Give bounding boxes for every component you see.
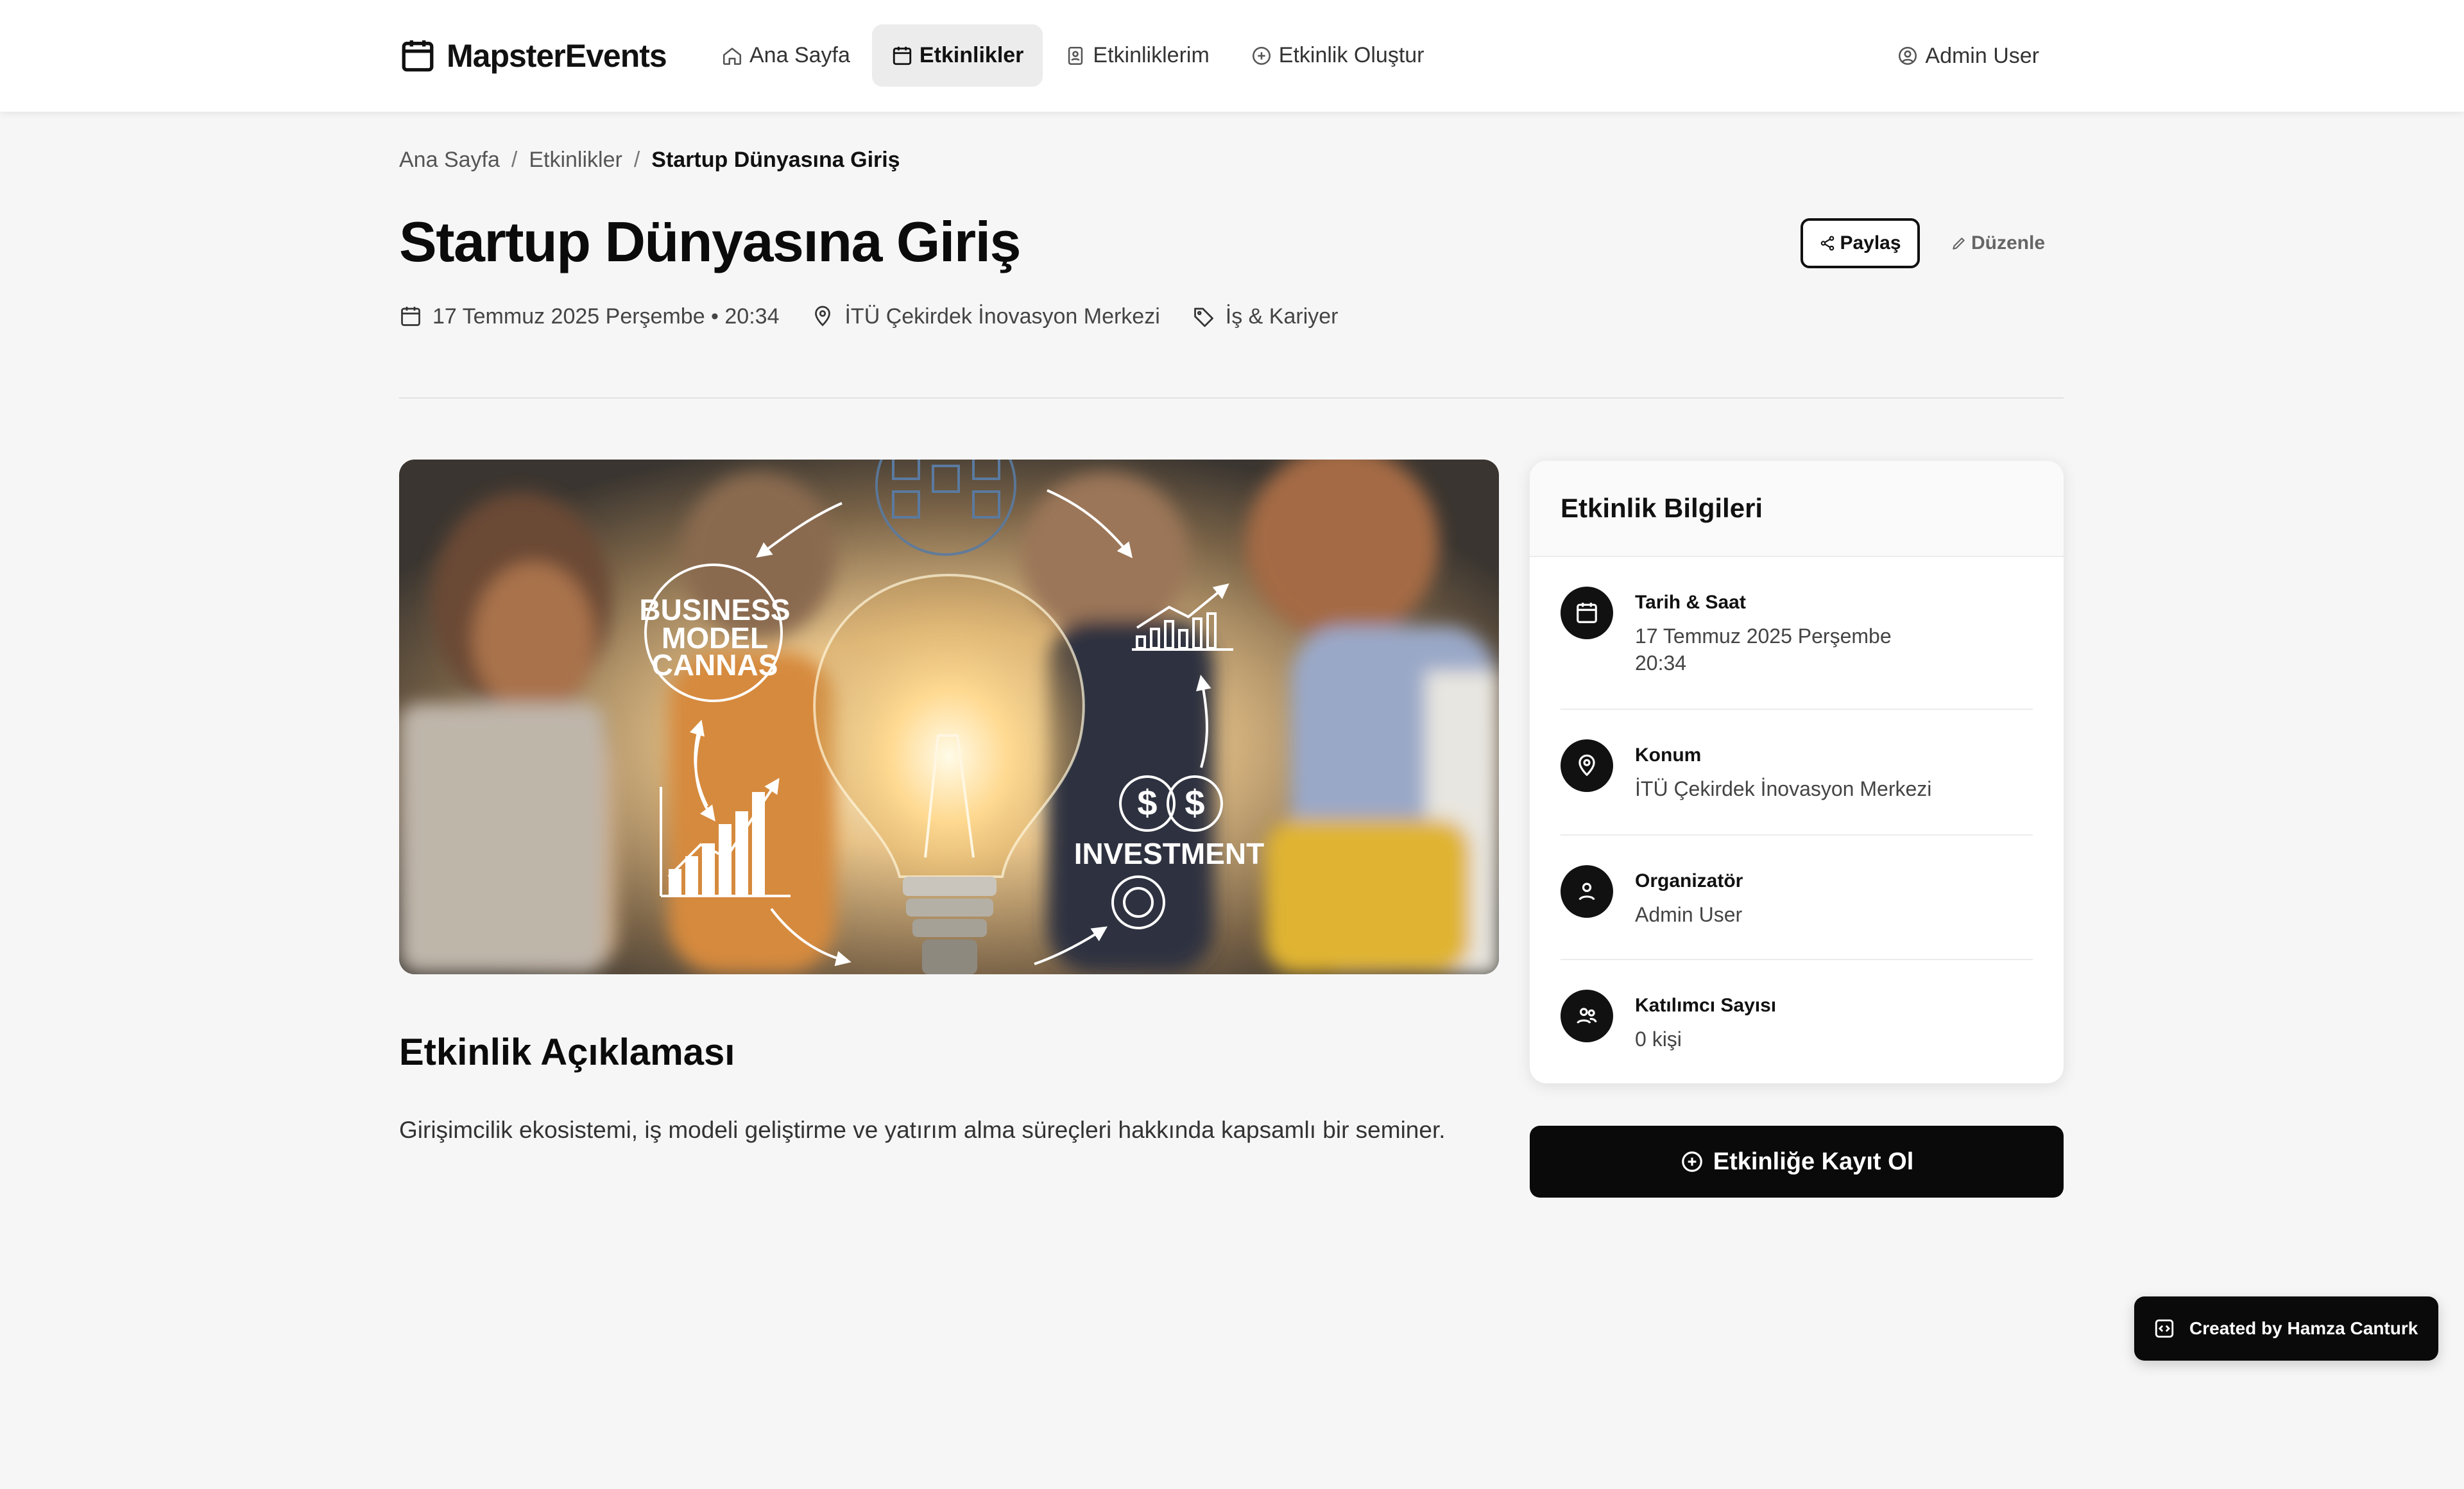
event-cover-image: BUSINESS MODEL CANNAS $ $ INVESTMENT: [399, 460, 1499, 974]
created-by-text: Created by Hamza Canturk: [2189, 1318, 2418, 1338]
breadcrumb-home-link[interactable]: Ana Sayfa: [399, 148, 500, 173]
share-label: Paylaş: [1840, 232, 1901, 254]
event-location: İTÜ Çekirdek İnovasyon Merkezi: [811, 304, 1160, 329]
info-value-time: 20:34: [1635, 651, 1687, 675]
info-row-date: Tarih & Saat 17 Temmuz 2025 Perşembe 20:…: [1561, 587, 2033, 676]
nav-item-label: Ana Sayfa: [749, 43, 850, 67]
home-icon: [721, 45, 743, 67]
info-label: Tarih & Saat: [1635, 592, 1746, 613]
breadcrumb-events-link[interactable]: Etkinlikler: [529, 148, 622, 173]
svg-text:$: $: [1185, 782, 1204, 823]
register-button[interactable]: Etkinliğe Kayıt Ol: [1530, 1126, 2064, 1198]
event-meta: 17 Temmuz 2025 Perşembe • 20:34 İTÜ Çeki…: [399, 300, 1338, 332]
hero-text-canvas: CANNAS: [652, 648, 778, 682]
info-row-attendees: Katılımcı Sayısı 0 kişi: [1561, 990, 2033, 1053]
nav-item-label: Etkinlik Oluştur: [1278, 43, 1425, 67]
hero-text-investment: INVESTMENT: [1074, 837, 1264, 870]
logo[interactable]: MapsterEvents: [399, 35, 667, 77]
user-circle-icon: [1897, 45, 1919, 67]
map-pin-icon: [811, 305, 834, 328]
event-category: İş & Kariyer: [1192, 304, 1339, 329]
user-menu[interactable]: Admin User: [1897, 36, 2039, 76]
register-button-label: Etkinliğe Kayıt Ol: [1713, 1148, 1914, 1175]
event-info-card: Etkinlik Bilgileri Tarih & Saat 17 Temmu…: [1530, 461, 2064, 1083]
user-name: Admin User: [1925, 43, 2039, 68]
calendar-icon: [399, 305, 422, 328]
map-pin-icon: [1561, 739, 1613, 792]
created-by-badge[interactable]: Created by Hamza Canturk: [2134, 1296, 2438, 1361]
edit-label: Düzenle: [1971, 232, 2046, 254]
nav-item-label: Etkinliklerim: [1093, 43, 1210, 67]
pencil-icon: [1951, 235, 1967, 252]
nav-item-my-events[interactable]: Etkinliklerim: [1045, 24, 1228, 87]
event-location-text: İTÜ Çekirdek İnovasyon Merkezi: [844, 304, 1160, 329]
info-value-location: İTÜ Çekirdek İnovasyon Merkezi: [1635, 777, 1932, 800]
info-value-date: 17 Temmuz 2025 Perşembe: [1635, 624, 1892, 648]
row-divider: [1561, 834, 2033, 836]
row-divider: [1561, 959, 2033, 960]
info-label: Organizatör: [1635, 870, 1743, 891]
info-label: Konum: [1635, 744, 1702, 766]
user-icon: [1561, 865, 1613, 918]
share-icon: [1819, 235, 1836, 252]
info-label: Katılımcı Sayısı: [1635, 995, 1777, 1016]
description-title: Etkinlik Açıklaması: [399, 1031, 735, 1073]
edit-button[interactable]: Düzenle: [1951, 226, 2045, 261]
svg-text:$: $: [1137, 782, 1157, 823]
description-text: Girişimcilik ekosistemi, iş modeli geliş…: [399, 1117, 1446, 1143]
page-title: Startup Dünyasına Giriş: [399, 210, 1021, 273]
main-nav: Ana Sayfa Etkinlikler Etkinliklerim Etki…: [702, 24, 1444, 87]
info-value-organizer: Admin User: [1635, 903, 1743, 926]
share-button[interactable]: Paylaş: [1801, 218, 1920, 268]
breadcrumb: Ana Sayfa / Etkinlikler / Startup Dünyas…: [399, 144, 900, 176]
event-date-text: 17 Temmuz 2025 Perşembe • 20:34: [432, 304, 780, 329]
breadcrumb-separator: /: [511, 147, 518, 172]
tag-icon: [1192, 305, 1215, 328]
code-icon: [2153, 1318, 2175, 1339]
plus-circle-icon: [1680, 1149, 1704, 1174]
info-row-location: Konum İTÜ Çekirdek İnovasyon Merkezi: [1561, 739, 2033, 802]
nav-item-events[interactable]: Etkinlikler: [871, 24, 1043, 87]
users-icon: [1561, 990, 1613, 1042]
event-date: 17 Temmuz 2025 Perşembe • 20:34: [399, 304, 779, 329]
info-row-organizer: Organizatör Admin User: [1561, 865, 2033, 928]
info-value-attendees: 0 kişi: [1635, 1028, 1682, 1051]
divider: [399, 397, 2064, 399]
top-navbar: MapsterEvents Ana Sayfa Etkinlikler Etki…: [0, 0, 2464, 112]
nav-item-label: Etkinlikler: [919, 43, 1024, 67]
event-category-text: İş & Kariyer: [1225, 304, 1339, 329]
plus-circle-icon: [1251, 45, 1272, 67]
calendar-icon: [891, 45, 913, 67]
breadcrumb-current: Startup Dünyasına Giriş: [651, 147, 900, 172]
calendar-icon: [1561, 587, 1613, 639]
row-divider: [1561, 709, 2033, 710]
nav-item-home[interactable]: Ana Sayfa: [702, 24, 869, 87]
calendar-logo-icon: [399, 37, 436, 74]
logo-text: MapsterEvents: [447, 38, 667, 74]
nav-item-create-event[interactable]: Etkinlik Oluştur: [1231, 24, 1444, 87]
info-card-title: Etkinlik Bilgileri: [1530, 461, 2064, 557]
breadcrumb-separator: /: [633, 147, 640, 172]
badge-icon: [1065, 45, 1086, 67]
